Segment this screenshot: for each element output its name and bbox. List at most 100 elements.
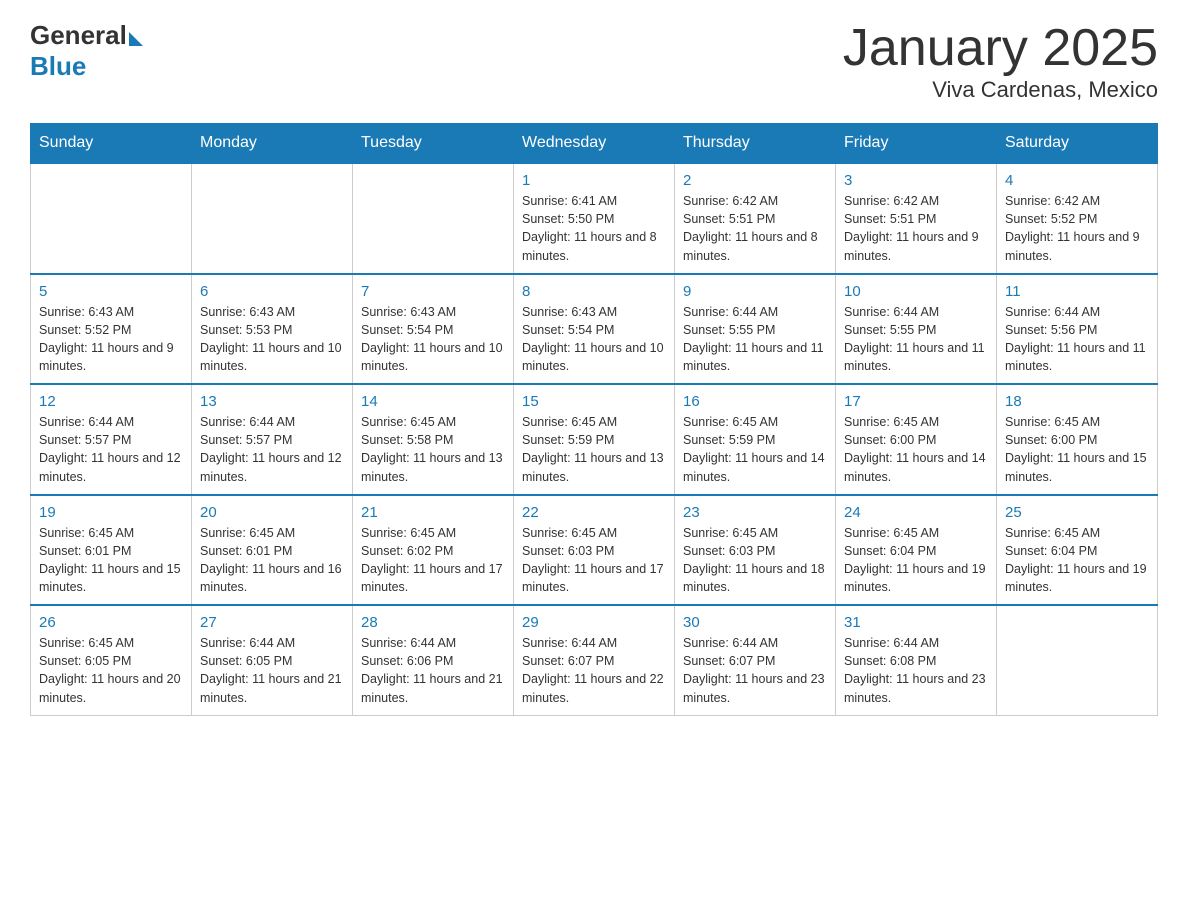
day-info: Sunrise: 6:45 AM Sunset: 6:03 PM Dayligh… (522, 524, 666, 597)
day-number: 2 (683, 172, 827, 189)
day-number: 28 (361, 614, 505, 631)
day-number: 18 (1005, 393, 1149, 410)
day-number: 21 (361, 504, 505, 521)
header-day-friday: Friday (836, 124, 997, 164)
day-number: 23 (683, 504, 827, 521)
location-label: Viva Cardenas, Mexico (843, 77, 1158, 103)
calendar-cell (997, 605, 1158, 715)
day-info: Sunrise: 6:44 AM Sunset: 6:08 PM Dayligh… (844, 634, 988, 707)
day-info: Sunrise: 6:44 AM Sunset: 5:57 PM Dayligh… (39, 413, 183, 486)
day-info: Sunrise: 6:43 AM Sunset: 5:54 PM Dayligh… (361, 303, 505, 376)
calendar-cell: 11 Sunrise: 6:44 AM Sunset: 5:56 PM Dayli… (997, 274, 1158, 385)
calendar-cell: 1Sunrise: 6:41 AM Sunset: 5:50 PM Daylig… (514, 163, 675, 274)
header-day-tuesday: Tuesday (353, 124, 514, 164)
calendar-cell: 26 Sunrise: 6:45 AM Sunset: 6:05 PM Dayli… (31, 605, 192, 715)
day-number: 5 (39, 283, 183, 300)
logo-arrow-icon (129, 32, 143, 46)
calendar-cell: 29Sunrise: 6:44 AM Sunset: 6:07 PM Dayli… (514, 605, 675, 715)
day-info: Sunrise: 6:43 AM Sunset: 5:53 PM Dayligh… (200, 303, 344, 376)
calendar-cell: 2 Sunrise: 6:42 AM Sunset: 5:51 PM Daylig… (675, 163, 836, 274)
calendar-cell: 17Sunrise: 6:45 AM Sunset: 6:00 PM Dayli… (836, 384, 997, 495)
calendar-cell: 4 Sunrise: 6:42 AM Sunset: 5:52 PM Daylig… (997, 163, 1158, 274)
calendar-cell: 22 Sunrise: 6:45 AM Sunset: 6:03 PM Dayli… (514, 495, 675, 606)
day-number: 30 (683, 614, 827, 631)
day-info: Sunrise: 6:42 AM Sunset: 5:51 PM Dayligh… (683, 192, 827, 265)
calendar-cell: 21Sunrise: 6:45 AM Sunset: 6:02 PM Dayli… (353, 495, 514, 606)
calendar-cell: 16 Sunrise: 6:45 AM Sunset: 5:59 PM Dayli… (675, 384, 836, 495)
day-info: Sunrise: 6:45 AM Sunset: 6:04 PM Dayligh… (844, 524, 988, 597)
day-number: 3 (844, 172, 988, 189)
calendar-cell: 3 Sunrise: 6:42 AM Sunset: 5:51 PM Daylig… (836, 163, 997, 274)
logo-blue-text: Blue (30, 51, 143, 82)
title-section: January 2025 Viva Cardenas, Mexico (843, 20, 1158, 103)
day-number: 29 (522, 614, 666, 631)
day-info: Sunrise: 6:45 AM Sunset: 5:59 PM Dayligh… (683, 413, 827, 486)
calendar-cell: 6 Sunrise: 6:43 AM Sunset: 5:53 PM Daylig… (192, 274, 353, 385)
day-number: 26 (39, 614, 183, 631)
header-day-saturday: Saturday (997, 124, 1158, 164)
week-row-2: 5 Sunrise: 6:43 AM Sunset: 5:52 PM Daylig… (31, 274, 1158, 385)
day-number: 10 (844, 283, 988, 300)
calendar-cell: 30 Sunrise: 6:44 AM Sunset: 6:07 PM Dayli… (675, 605, 836, 715)
calendar-table: SundayMondayTuesdayWednesdayThursdayFrid… (30, 123, 1158, 716)
day-info: Sunrise: 6:44 AM Sunset: 6:07 PM Dayligh… (683, 634, 827, 707)
header-day-monday: Monday (192, 124, 353, 164)
day-info: Sunrise: 6:45 AM Sunset: 6:01 PM Dayligh… (200, 524, 344, 597)
calendar-cell: 7 Sunrise: 6:43 AM Sunset: 5:54 PM Daylig… (353, 274, 514, 385)
day-number: 14 (361, 393, 505, 410)
day-info: Sunrise: 6:44 AM Sunset: 5:57 PM Dayligh… (200, 413, 344, 486)
day-number: 27 (200, 614, 344, 631)
day-info: Sunrise: 6:44 AM Sunset: 5:55 PM Dayligh… (683, 303, 827, 376)
day-info: Sunrise: 6:45 AM Sunset: 5:58 PM Dayligh… (361, 413, 505, 486)
day-info: Sunrise: 6:44 AM Sunset: 5:56 PM Dayligh… (1005, 303, 1149, 376)
calendar-cell: 5 Sunrise: 6:43 AM Sunset: 5:52 PM Daylig… (31, 274, 192, 385)
logo: General Blue (30, 20, 143, 82)
day-number: 17 (844, 393, 988, 410)
header-row: SundayMondayTuesdayWednesdayThursdayFrid… (31, 124, 1158, 164)
week-row-1: 1Sunrise: 6:41 AM Sunset: 5:50 PM Daylig… (31, 163, 1158, 274)
day-number: 20 (200, 504, 344, 521)
calendar-cell: 14 Sunrise: 6:45 AM Sunset: 5:58 PM Dayli… (353, 384, 514, 495)
day-info: Sunrise: 6:45 AM Sunset: 6:00 PM Dayligh… (1005, 413, 1149, 486)
calendar-cell: 9Sunrise: 6:44 AM Sunset: 5:55 PM Daylig… (675, 274, 836, 385)
calendar-cell (353, 163, 514, 274)
calendar-cell: 23 Sunrise: 6:45 AM Sunset: 6:03 PM Dayli… (675, 495, 836, 606)
month-title: January 2025 (843, 20, 1158, 77)
day-number: 25 (1005, 504, 1149, 521)
day-number: 16 (683, 393, 827, 410)
calendar-cell: 24 Sunrise: 6:45 AM Sunset: 6:04 PM Dayli… (836, 495, 997, 606)
day-info: Sunrise: 6:41 AM Sunset: 5:50 PM Dayligh… (522, 192, 666, 265)
day-number: 8 (522, 283, 666, 300)
day-number: 11 (1005, 283, 1149, 300)
header-day-sunday: Sunday (31, 124, 192, 164)
day-info: Sunrise: 6:42 AM Sunset: 5:52 PM Dayligh… (1005, 192, 1149, 265)
calendar-cell: 13 Sunrise: 6:44 AM Sunset: 5:57 PM Dayli… (192, 384, 353, 495)
calendar-cell: 15Sunrise: 6:45 AM Sunset: 5:59 PM Dayli… (514, 384, 675, 495)
day-number: 12 (39, 393, 183, 410)
day-info: Sunrise: 6:45 AM Sunset: 6:05 PM Dayligh… (39, 634, 183, 707)
header-day-wednesday: Wednesday (514, 124, 675, 164)
calendar-cell: 8 Sunrise: 6:43 AM Sunset: 5:54 PM Daylig… (514, 274, 675, 385)
calendar-cell: 31 Sunrise: 6:44 AM Sunset: 6:08 PM Dayli… (836, 605, 997, 715)
day-number: 4 (1005, 172, 1149, 189)
calendar-cell: 20 Sunrise: 6:45 AM Sunset: 6:01 PM Dayli… (192, 495, 353, 606)
calendar-cell (192, 163, 353, 274)
day-number: 24 (844, 504, 988, 521)
day-info: Sunrise: 6:45 AM Sunset: 6:03 PM Dayligh… (683, 524, 827, 597)
week-row-4: 19Sunrise: 6:45 AM Sunset: 6:01 PM Dayli… (31, 495, 1158, 606)
week-row-5: 26 Sunrise: 6:45 AM Sunset: 6:05 PM Dayli… (31, 605, 1158, 715)
day-info: Sunrise: 6:44 AM Sunset: 6:05 PM Dayligh… (200, 634, 344, 707)
day-info: Sunrise: 6:43 AM Sunset: 5:54 PM Dayligh… (522, 303, 666, 376)
calendar-cell: 25Sunrise: 6:45 AM Sunset: 6:04 PM Dayli… (997, 495, 1158, 606)
day-number: 31 (844, 614, 988, 631)
calendar-cell: 12 Sunrise: 6:44 AM Sunset: 5:57 PM Dayli… (31, 384, 192, 495)
day-number: 7 (361, 283, 505, 300)
day-info: Sunrise: 6:43 AM Sunset: 5:52 PM Dayligh… (39, 303, 183, 376)
day-number: 13 (200, 393, 344, 410)
day-number: 6 (200, 283, 344, 300)
day-info: Sunrise: 6:42 AM Sunset: 5:51 PM Dayligh… (844, 192, 988, 265)
header-day-thursday: Thursday (675, 124, 836, 164)
day-info: Sunrise: 6:44 AM Sunset: 6:06 PM Dayligh… (361, 634, 505, 707)
day-number: 22 (522, 504, 666, 521)
day-info: Sunrise: 6:45 AM Sunset: 6:01 PM Dayligh… (39, 524, 183, 597)
